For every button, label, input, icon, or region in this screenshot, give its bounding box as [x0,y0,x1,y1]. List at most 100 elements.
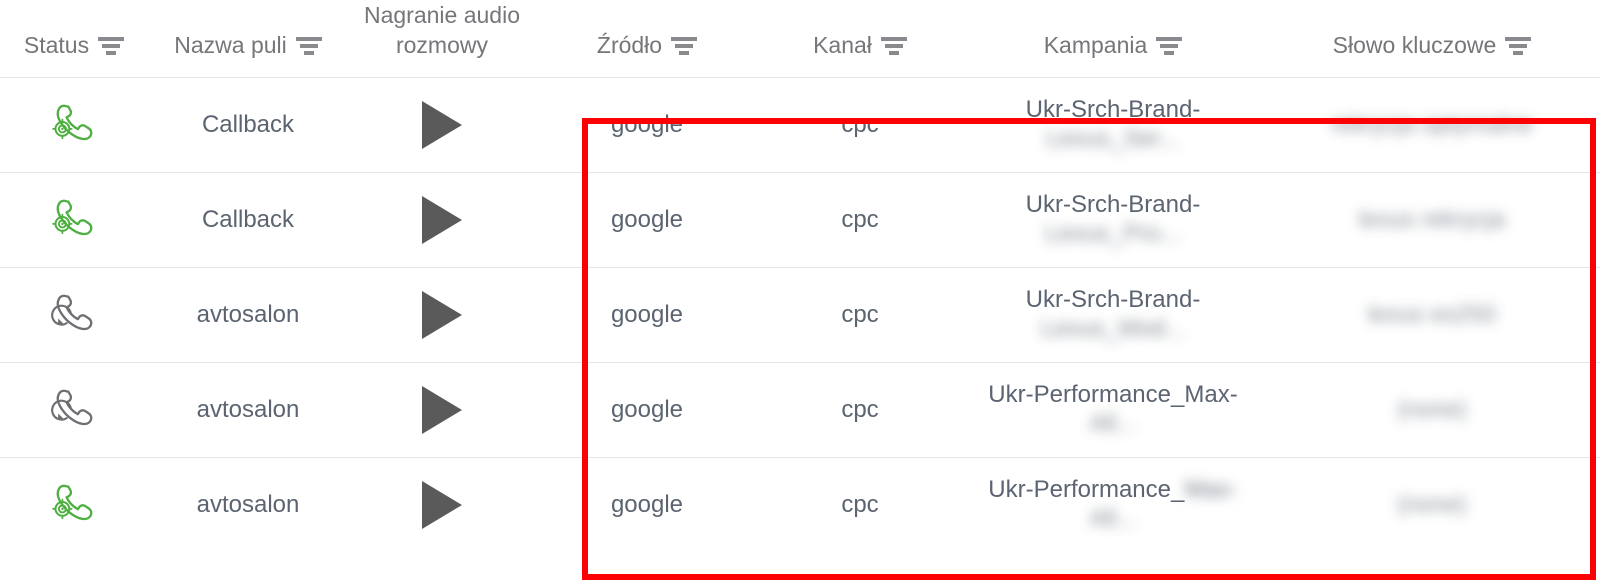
header-row: Status Nazwa puli Nagranie audio rozmowy [0,0,1600,78]
cell-campaign: Ukr-Performance_Max- All... [962,457,1264,553]
campaign-line-1-redacted: Max- [1184,476,1238,504]
filter-icon[interactable] [1156,36,1183,55]
campaign-line-2-redacted: Lexus_Ser... [1046,124,1180,152]
column-header-campaign[interactable]: Kampania [962,0,1264,78]
phone-incoming-gray-icon[interactable] [47,288,101,342]
cell-keyword: (none) [1264,362,1600,458]
keyword-value-redacted: (none) [1397,491,1467,519]
column-header-status-label: Status [23,32,90,59]
column-header-pool[interactable]: Nazwa puli [148,0,348,78]
column-header-keyword[interactable]: Słowo kluczowe [1264,0,1600,78]
cell-campaign: Ukr-Srch-Brand- Lexus_Pro... [962,172,1264,268]
cell-pool: Callback [148,77,348,173]
cell-channel: cpc [758,362,962,458]
play-icon[interactable] [422,290,462,339]
column-header-pool-label: Nazwa puli [174,32,287,59]
cell-recording [348,362,536,458]
cell-keyword: lexus es250 [1264,267,1600,363]
channel-value: cpc [841,395,879,423]
play-icon[interactable] [422,195,462,244]
table-row[interactable]: avtosalon google cpc Ukr-Performance_Max- Al… [0,362,1600,458]
play-icon[interactable] [422,100,462,149]
pool-name: Callback [201,205,295,233]
cell-recording [348,267,536,363]
phone-callback-green-icon[interactable] [47,98,101,152]
cell-channel: cpc [758,267,962,363]
campaign-line-2-redacted: Lexus_Pro... [1045,219,1181,247]
filter-icon[interactable] [671,36,698,55]
cell-status [0,457,148,553]
play-icon[interactable] [422,385,462,434]
campaign-line-1: Ukr-Performance_Max- [988,380,1238,408]
source-value: google [610,491,684,519]
phone-callback-green-icon[interactable] [47,193,101,247]
cell-recording [348,457,536,553]
table-header: Status Nazwa puli Nagranie audio rozmowy [0,0,1600,78]
phone-callback-green-icon[interactable] [47,478,101,532]
keyword-value-redacted: (none) [1397,395,1467,423]
cell-status [0,172,148,268]
cell-keyword: lexus rekrycja [1264,172,1600,268]
table-row[interactable]: Callback google cpc Ukr-Srch-Brand- Lexus_Pr… [0,172,1600,268]
campaign-line-1: Ukr-Srch-Brand- [1025,190,1201,218]
cell-campaign: Ukr-Srch-Brand- Lexus_Ser... [962,77,1264,173]
table-row[interactable]: avtosalon google cpc Ukr-Srch-Brand- Lexus_M… [0,267,1600,363]
filter-icon[interactable] [98,36,125,55]
cell-source: google [536,267,758,363]
cell-channel: cpc [758,77,962,173]
cell-channel: cpc [758,457,962,553]
cell-campaign: Ukr-Performance_Max- All... [962,362,1264,458]
cell-source: google [536,362,758,458]
play-icon[interactable] [422,481,462,530]
source-value: google [610,395,684,423]
table-row[interactable]: Callback google cpc Ukr-Srch-Brand- Lexus_Se… [0,77,1600,173]
cell-campaign: Ukr-Srch-Brand- Lexus_Mod... [962,267,1264,363]
column-header-channel[interactable]: Kanał [758,0,962,78]
campaign-line-2-redacted: Lexus_Mod... [1040,314,1186,342]
call-tracking-table-page: Status Nazwa puli Nagranie audio rozmowy [0,0,1600,588]
pool-name: avtosalon [196,300,300,328]
column-header-campaign-label: Kampania [1043,32,1148,59]
pool-name: avtosalon [196,395,300,423]
cell-pool: avtosalon [148,362,348,458]
filter-icon[interactable] [880,36,907,55]
campaign-value: Ukr-Srch-Brand- Lexus_Pro... [968,191,1258,249]
cell-source: google [536,172,758,268]
channel-value: cpc [841,300,879,328]
column-header-channel-label: Kanał [813,32,872,59]
table-body: Callback google cpc Ukr-Srch-Brand- Lexus_Se… [0,77,1600,553]
filter-icon[interactable] [1505,36,1532,55]
campaign-line-2-redacted: All... [1089,409,1137,437]
cell-channel: cpc [758,172,962,268]
campaign-value: Ukr-Srch-Brand- Lexus_Mod... [968,286,1258,344]
table-row[interactable]: avtosalon google cpc Ukr-Performance_Max- Al… [0,457,1600,553]
channel-value: cpc [841,205,879,233]
campaign-value: Ukr-Srch-Brand- Lexus_Ser... [968,96,1258,154]
cell-recording [348,77,536,173]
source-value: google [610,205,684,233]
source-value: google [610,110,684,138]
pool-name: Callback [201,110,295,138]
column-header-status[interactable]: Status [0,0,148,78]
pool-name: avtosalon [196,491,300,519]
keyword-value-redacted: lexus es250 [1367,300,1497,328]
cell-recording [348,172,536,268]
campaign-value: Ukr-Performance_Max- All... [968,476,1258,534]
column-header-recording-label: Nagranie audio rozmowy [363,2,520,58]
keyword-value-redacted: rekrycja optymalne [1331,110,1533,138]
channel-value: cpc [841,110,879,138]
campaign-line-2-redacted: All... [1089,505,1137,533]
cell-pool: avtosalon [148,267,348,363]
cell-source: google [536,77,758,173]
cell-status [0,267,148,363]
cell-source: google [536,457,758,553]
campaign-line-1: Ukr-Performance_ [988,476,1185,504]
channel-value: cpc [841,491,879,519]
source-value: google [610,300,684,328]
cell-keyword: (none) [1264,457,1600,553]
calls-table: Status Nazwa puli Nagranie audio rozmowy [0,0,1600,553]
filter-icon[interactable] [295,36,322,55]
cell-keyword: rekrycja optymalne [1264,77,1600,173]
phone-incoming-gray-icon[interactable] [47,383,101,437]
column-header-source[interactable]: Źródło [536,0,758,78]
